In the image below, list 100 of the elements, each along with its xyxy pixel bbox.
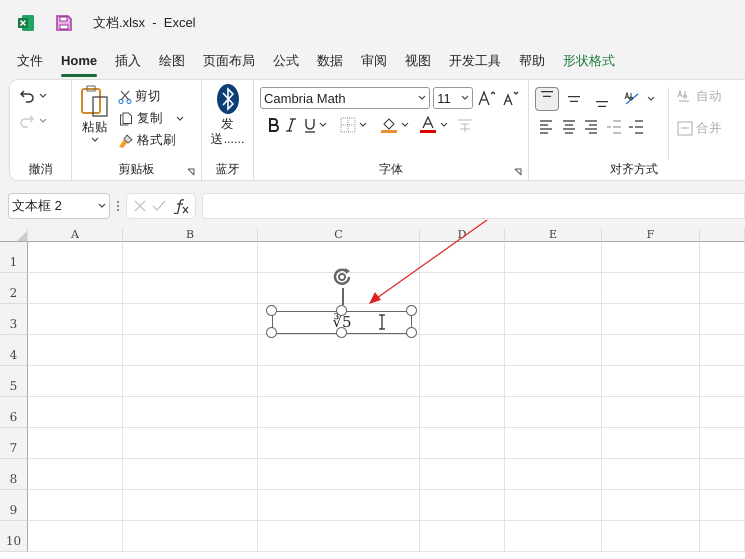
dialog-launcher-icon[interactable] xyxy=(187,168,195,176)
align-left-icon[interactable] xyxy=(538,118,554,136)
sheet-cell[interactable] xyxy=(258,366,420,397)
caret-icon[interactable] xyxy=(418,95,426,102)
sheet-cell[interactable] xyxy=(420,397,505,428)
row-header[interactable]: 1 xyxy=(0,242,28,273)
insert-function-icon[interactable] xyxy=(172,198,188,214)
sheet-cell[interactable] xyxy=(700,273,745,304)
font-size-dropdown[interactable]: 11 xyxy=(433,87,474,110)
caret-icon[interactable] xyxy=(440,122,448,128)
sheet-cell[interactable] xyxy=(700,304,745,335)
sheet-cell[interactable] xyxy=(28,459,123,490)
column-header[interactable]: A xyxy=(28,228,123,242)
formula-field[interactable] xyxy=(202,193,745,219)
align-right-icon[interactable] xyxy=(583,118,600,136)
caret-icon[interactable] xyxy=(39,93,47,100)
row-header[interactable]: 8 xyxy=(0,459,28,490)
caret-icon[interactable] xyxy=(176,116,184,122)
sheet-cell[interactable] xyxy=(28,397,123,428)
sheet-cell[interactable] xyxy=(505,428,602,459)
sheet-cell[interactable] xyxy=(700,490,745,521)
name-box[interactable]: 文本框 2 xyxy=(8,193,110,219)
ribbon-tab[interactable]: 视图 xyxy=(396,47,440,75)
ribbon-tab[interactable]: 数据 xyxy=(308,47,352,75)
sheet-cell[interactable] xyxy=(505,335,602,366)
row-header[interactable]: 7 xyxy=(0,428,28,459)
sheet-cell[interactable] xyxy=(602,490,700,521)
sheet-cell[interactable] xyxy=(123,304,258,335)
enter-icon[interactable] xyxy=(152,200,166,212)
ribbon-tab[interactable]: 插入 xyxy=(106,47,150,75)
ribbon-tab[interactable]: 开发工具 xyxy=(440,47,510,75)
sheet-cell[interactable] xyxy=(602,242,700,273)
ribbon-tab[interactable]: Home xyxy=(52,47,106,75)
sheet-cell[interactable] xyxy=(420,521,505,552)
sheet-cell[interactable] xyxy=(258,459,420,490)
sheet-cell[interactable] xyxy=(505,366,602,397)
ribbon-tab[interactable]: 形状格式 xyxy=(554,47,624,75)
sheet-cell[interactable] xyxy=(28,428,123,459)
sheet-cell[interactable] xyxy=(258,521,420,552)
italic-icon[interactable] xyxy=(285,116,297,133)
increase-font-size-icon[interactable] xyxy=(476,89,496,108)
sheet-cell[interactable] xyxy=(602,304,700,335)
sheet-cell[interactable] xyxy=(602,335,700,366)
ribbon-tab[interactable]: 审阅 xyxy=(352,47,396,75)
sheet-cell[interactable] xyxy=(258,428,420,459)
sheet-cell[interactable] xyxy=(505,521,602,552)
sheet-cell[interactable] xyxy=(28,273,123,304)
row-header[interactable]: 3 xyxy=(0,304,28,335)
ribbon-tab[interactable]: 公式 xyxy=(264,47,308,75)
sheet-cell[interactable] xyxy=(28,335,123,366)
column-header[interactable]: E xyxy=(505,228,602,242)
sheet-cell[interactable] xyxy=(505,459,602,490)
sheet-cell[interactable] xyxy=(123,366,258,397)
sheet-cell[interactable] xyxy=(420,242,505,273)
caret-icon[interactable] xyxy=(461,95,470,102)
more-options-icon[interactable] xyxy=(116,200,120,212)
sheet-cell[interactable] xyxy=(700,366,745,397)
sheet-cell[interactable] xyxy=(700,459,745,490)
copy-button[interactable]: 复制 xyxy=(116,109,186,128)
sheet-cell[interactable] xyxy=(420,273,505,304)
dialog-launcher-icon[interactable] xyxy=(514,168,522,176)
sheet-cell[interactable] xyxy=(123,242,258,273)
caret-icon[interactable] xyxy=(359,122,367,128)
sheet-cell[interactable] xyxy=(258,242,420,273)
column-header[interactable]: F xyxy=(602,228,700,242)
sheet-cell[interactable] xyxy=(602,428,700,459)
sheet-cell[interactable] xyxy=(123,273,258,304)
column-header[interactable]: B xyxy=(123,228,258,242)
caret-icon[interactable] xyxy=(401,122,410,128)
row-header[interactable]: 4 xyxy=(0,335,28,366)
sheet-cell[interactable] xyxy=(505,273,602,304)
decrease-indent-icon[interactable] xyxy=(606,118,622,136)
sheet-cell[interactable] xyxy=(700,521,745,552)
sheet-cell[interactable] xyxy=(123,428,258,459)
format-painter-button[interactable]: 格式刷 xyxy=(116,131,186,150)
cancel-icon[interactable] xyxy=(134,200,146,212)
sheet-cell[interactable] xyxy=(123,397,258,428)
sheet-cell[interactable] xyxy=(602,459,700,490)
sheet-cell[interactable] xyxy=(700,335,745,366)
ribbon-tab[interactable]: 绘图 xyxy=(150,47,194,75)
sheet-cell[interactable] xyxy=(420,304,505,335)
sheet-cell[interactable] xyxy=(420,335,505,366)
sheet-cell[interactable] xyxy=(258,397,420,428)
sheet-cell[interactable] xyxy=(505,397,602,428)
row-header[interactable]: 9 xyxy=(0,490,28,521)
vertical-align-top-button[interactable] xyxy=(535,87,559,112)
sheet-cell[interactable] xyxy=(700,242,745,273)
sheet-cell[interactable] xyxy=(123,521,258,552)
sheet-cell[interactable] xyxy=(123,459,258,490)
bluetooth-send-button[interactable]: 发 送...... xyxy=(208,84,246,160)
ribbon-tab[interactable]: 页面布局 xyxy=(194,47,264,75)
column-header[interactable] xyxy=(700,228,745,242)
sheet-cell[interactable] xyxy=(505,242,602,273)
sheet-cell[interactable] xyxy=(700,428,745,459)
sheet-cell[interactable] xyxy=(505,490,602,521)
sheet-cell[interactable] xyxy=(420,490,505,521)
caret-icon[interactable] xyxy=(646,96,654,102)
sheet-cell[interactable] xyxy=(602,273,700,304)
caret-icon[interactable] xyxy=(98,203,106,209)
caret-icon[interactable] xyxy=(318,122,327,128)
